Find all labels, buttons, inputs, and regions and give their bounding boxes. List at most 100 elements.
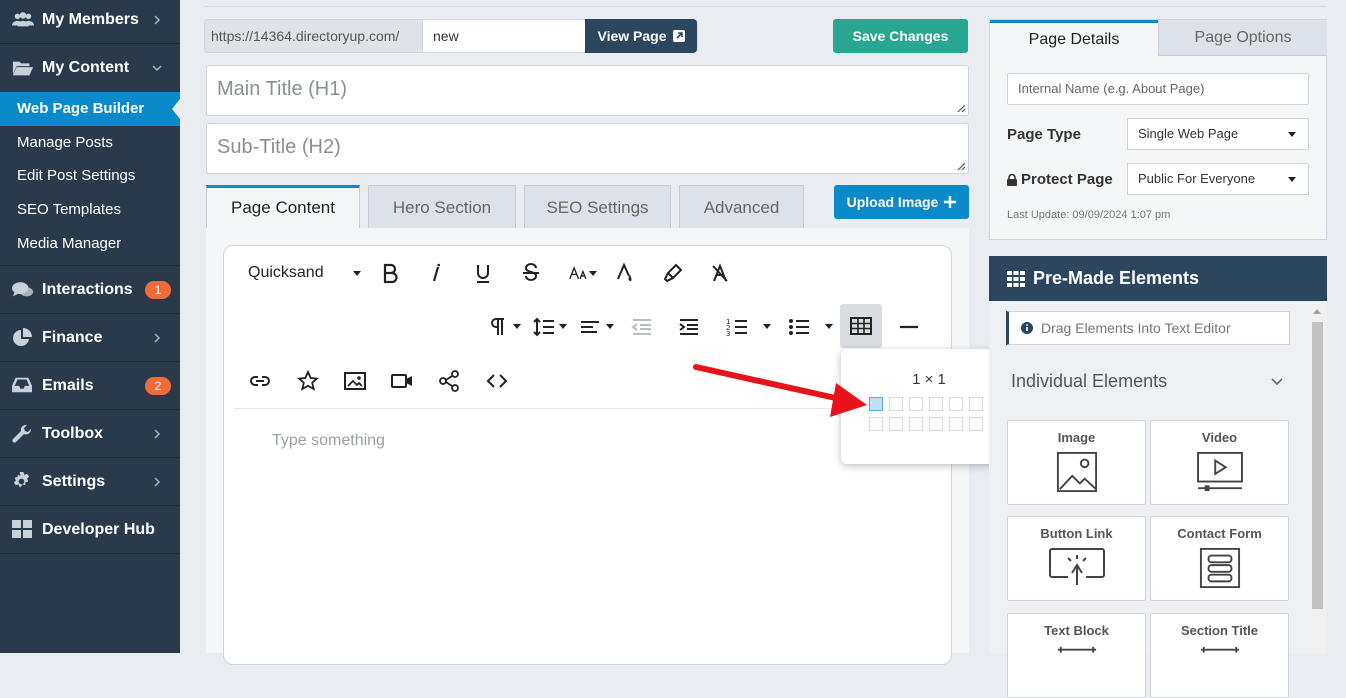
outdent-icon <box>631 319 651 335</box>
insert-table-button[interactable] <box>840 304 882 348</box>
bold-icon <box>383 263 398 284</box>
tab-page-details[interactable]: Page Details <box>990 20 1158 56</box>
element-card-section-title[interactable]: Section Title <box>1150 613 1289 698</box>
table-grid-cell[interactable] <box>869 397 883 411</box>
sidebar-item-emails[interactable]: Emails 2 <box>0 362 180 410</box>
sidebar-item-label: Finance <box>42 328 103 346</box>
resize-handle-icon[interactable] <box>956 161 966 171</box>
sidebar-item-developer-hub[interactable]: Developer Hub <box>0 506 180 554</box>
insert-link-button[interactable] <box>246 367 274 395</box>
horizontal-rule-button[interactable] <box>895 313 923 341</box>
table-grid-cell[interactable] <box>929 397 943 411</box>
element-card-contact-form[interactable]: Contact Form <box>1150 516 1289 601</box>
element-card-image[interactable]: Image <box>1007 420 1146 505</box>
page-type-select[interactable]: Single Web Page <box>1127 118 1309 150</box>
upload-image-button[interactable]: Upload Image <box>834 185 969 219</box>
sidebar-subitem-label: SEO Templates <box>17 201 121 218</box>
table-grid-cell[interactable] <box>909 397 923 411</box>
table-grid-cell[interactable] <box>889 397 903 411</box>
align-left-icon <box>581 321 599 333</box>
sub-title-input[interactable]: Sub-Title (H2) <box>206 123 969 174</box>
tab-seo-settings[interactable]: SEO Settings <box>524 185 671 228</box>
sidebar-subitem-seo-templates[interactable]: SEO Templates <box>0 193 180 227</box>
code-view-button[interactable] <box>483 367 511 395</box>
unordered-list-button[interactable] <box>785 313 813 341</box>
table-grid-cell[interactable] <box>929 417 943 431</box>
element-card-label: Section Title <box>1180 623 1259 638</box>
tab-advanced[interactable]: Advanced <box>679 185 804 228</box>
table-grid-cell[interactable] <box>889 417 903 431</box>
element-card-button-link[interactable]: Button Link <box>1007 516 1146 601</box>
table-grid-cell[interactable] <box>969 417 983 431</box>
insert-icon-button[interactable] <box>294 367 322 395</box>
caret-down-icon <box>825 324 833 329</box>
sidebar-subitem-edit-post-settings[interactable]: Edit Post Settings <box>0 159 180 193</box>
table-grid-cell[interactable] <box>969 397 983 411</box>
text-block-icon <box>1057 646 1096 653</box>
underline-button[interactable] <box>469 259 497 287</box>
notification-badge: 1 <box>145 280 171 299</box>
bold-button[interactable] <box>376 259 404 287</box>
wrench-icon <box>12 424 34 444</box>
ordered-list-button[interactable]: 123 <box>723 313 751 341</box>
scrollbar-thumb[interactable] <box>1312 322 1323 609</box>
tab-page-content[interactable]: Page Content <box>206 185 360 228</box>
clear-format-button[interactable] <box>706 259 734 287</box>
sidebar-item-interactions[interactable]: Interactions 1 <box>0 266 180 314</box>
internal-name-input[interactable]: Internal Name (e.g. About Page) <box>1007 73 1309 105</box>
protect-page-value: Public For Everyone <box>1138 171 1256 186</box>
image-icon <box>1056 451 1097 493</box>
gear-icon <box>12 471 34 492</box>
outdent-button[interactable] <box>628 313 656 341</box>
insert-image-button[interactable] <box>341 367 369 395</box>
sidebar-item-settings[interactable]: Settings <box>0 458 180 506</box>
table-grid-cell[interactable] <box>869 417 883 431</box>
lock-icon <box>1007 173 1017 186</box>
embed-button[interactable] <box>435 367 463 395</box>
element-card-video[interactable]: Video <box>1150 420 1289 505</box>
sidebar-item-label: My Members <box>42 10 139 28</box>
sidebar-subitem-media-manager[interactable]: Media Manager <box>0 227 180 261</box>
text-color-button[interactable] <box>611 259 639 287</box>
table-grid-cell[interactable] <box>909 417 923 431</box>
sidebar-item-my-content[interactable]: My Content <box>0 44 180 92</box>
tab-hero-section[interactable]: Hero Section <box>368 185 516 228</box>
sidebar-item-my-members[interactable]: My Members <box>0 0 180 44</box>
table-grid-cell[interactable] <box>949 397 963 411</box>
strikethrough-button[interactable] <box>517 259 545 287</box>
resize-handle-icon[interactable] <box>956 103 966 113</box>
chevron-down-icon[interactable] <box>1271 377 1283 387</box>
italic-button[interactable] <box>422 259 450 287</box>
page-details-panel: Page Details Page Options Internal Name … <box>989 19 1327 240</box>
protect-page-select[interactable]: Public For Everyone <box>1127 163 1309 195</box>
insert-video-button[interactable] <box>388 367 416 395</box>
caret-down-icon <box>1288 177 1296 182</box>
scroll-up-icon[interactable] <box>1313 309 1321 314</box>
line-height-button[interactable] <box>530 313 558 341</box>
view-page-button[interactable]: View Page <box>585 19 697 53</box>
text-color-icon <box>617 262 632 282</box>
save-changes-button[interactable]: Save Changes <box>833 19 968 53</box>
element-card-text-block[interactable]: Text Block <box>1007 613 1146 698</box>
align-button[interactable] <box>576 313 604 341</box>
indent-button[interactable] <box>675 313 703 341</box>
sidebar-subitem-label: Edit Post Settings <box>17 167 136 184</box>
font-family-select[interactable]: Quicksand <box>248 262 324 284</box>
premade-scrollbar[interactable] <box>1309 305 1326 653</box>
sidebar-subitem-manage-posts[interactable]: Manage Posts <box>0 126 180 160</box>
paragraph-format-button[interactable] <box>484 313 512 341</box>
tab-page-options[interactable]: Page Options <box>1158 20 1327 56</box>
sidebar-subitem-web-page-builder[interactable]: Web Page Builder <box>0 92 180 126</box>
element-card-label: Text Block <box>1044 623 1109 638</box>
individual-elements-heading[interactable]: Individual Elements <box>1011 371 1167 392</box>
element-card-label: Contact Form <box>1177 526 1262 541</box>
highlight-button[interactable] <box>659 259 687 287</box>
editor-placeholder[interactable]: Type something <box>272 432 385 450</box>
sidebar-item-toolbox[interactable]: Toolbox <box>0 410 180 458</box>
users-icon <box>12 10 34 30</box>
sidebar-item-finance[interactable]: Finance <box>0 314 180 362</box>
video-camera-icon <box>391 374 412 388</box>
main-title-input[interactable]: Main Title (H1) <box>206 65 969 116</box>
image-icon <box>344 372 366 390</box>
table-grid-cell[interactable] <box>949 417 963 431</box>
